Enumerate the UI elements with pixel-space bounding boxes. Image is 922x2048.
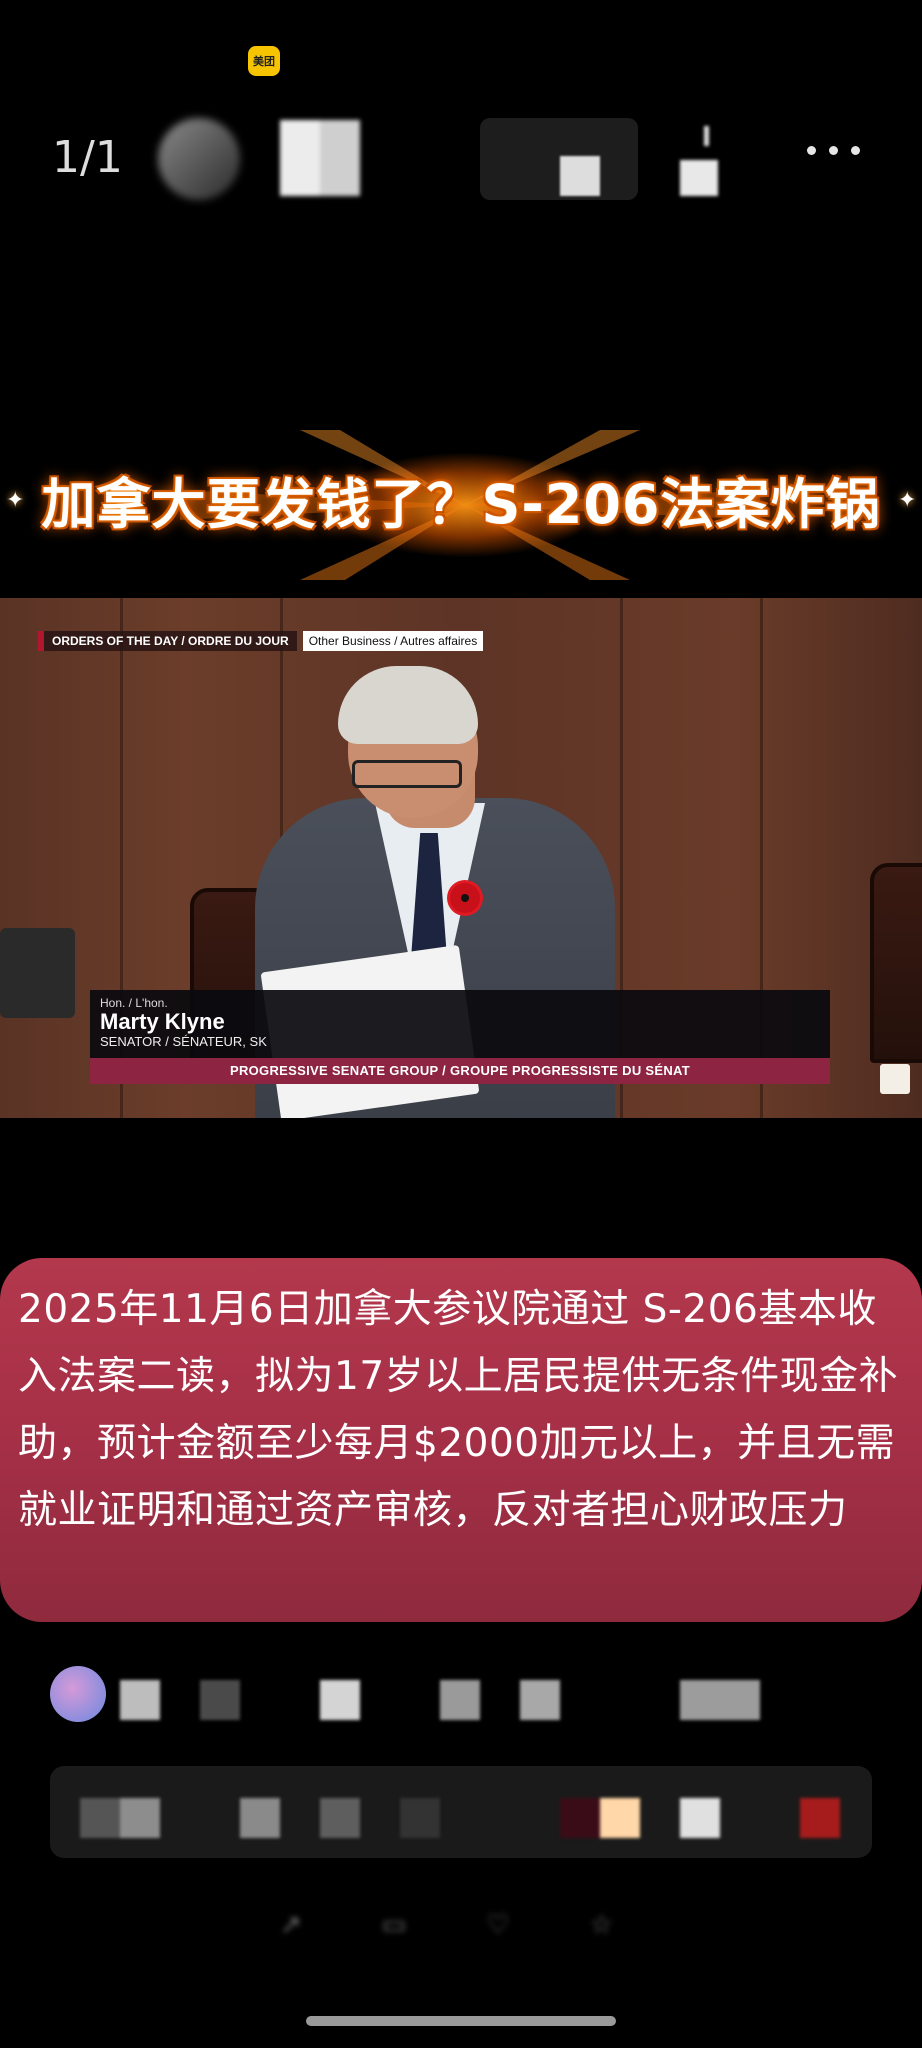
speaker-name: Marty Klyne: [100, 1009, 225, 1034]
share-icon[interactable]: ↗: [280, 1910, 302, 1940]
poster-avatar[interactable]: [50, 1666, 106, 1722]
emoji-icon[interactable]: [800, 1798, 840, 1838]
section-label: ORDERS OF THE DAY / ORDRE DU JOUR: [38, 631, 297, 651]
favorite-icon[interactable]: ☆: [590, 1910, 613, 1940]
blurred-text: [520, 1680, 560, 1720]
top-bar-icon[interactable]: [680, 160, 718, 196]
blurred-text: [240, 1798, 280, 1838]
page-indicator: 1/1: [52, 132, 123, 183]
senate-chair: [870, 863, 922, 1063]
poppy-pin-icon: [450, 883, 480, 913]
caption-text: 2025年11月6日加拿大参议院通过 S-206基本收入法案二读，拟为17岁以上…: [18, 1287, 899, 1533]
emoji-icon[interactable]: [680, 1798, 720, 1838]
blurred-text: [120, 1680, 160, 1720]
more-options-icon[interactable]: [807, 146, 860, 155]
caption-card: 2025年11月6日加拿大参议院通过 S-206基本收入法案二读，拟为17岁以上…: [0, 1258, 922, 1622]
speaker-hair: [338, 666, 478, 744]
speaker-glasses: [352, 760, 462, 788]
comment-input-bar[interactable]: [50, 1766, 872, 1858]
emoji-icon[interactable]: [560, 1798, 640, 1838]
speaker-group: PROGRESSIVE SENATE GROUP / GROUPE PROGRE…: [90, 1058, 830, 1084]
like-icon[interactable]: ♡: [486, 1910, 509, 1940]
blurred-text: [680, 1680, 760, 1720]
speaker-role: SENATOR / SÉNATEUR, SK: [100, 1034, 267, 1049]
comment-icon[interactable]: ▭: [382, 1910, 407, 1940]
section-tag: ORDERS OF THE DAY / ORDRE DU JOUR Other …: [38, 630, 484, 652]
blurred-text: [440, 1680, 480, 1720]
blurred-text: [320, 1680, 360, 1720]
banner-title: 加拿大要发钱了？S-206法案炸锅: [41, 473, 881, 536]
speaker-honorific: Hon. / L'hon.: [100, 996, 168, 1010]
blurred-text: [80, 1798, 160, 1838]
follow-button[interactable]: [480, 118, 638, 200]
blurred-text: [320, 1798, 360, 1838]
author-avatar[interactable]: [158, 118, 240, 200]
author-name[interactable]: [280, 120, 360, 196]
title-banner: 加拿大要发钱了？S-206法案炸锅: [0, 430, 922, 580]
sparkle-right-icon: ✦: [898, 488, 917, 513]
app-badge: 美团: [248, 46, 280, 76]
video-frame[interactable]: ORDERS OF THE DAY / ORDRE DU JOUR Other …: [0, 598, 922, 1118]
blurred-text: [400, 1798, 440, 1838]
laptop: [0, 928, 75, 1018]
speaker-name-box: Hon. / L'hon. Marty Klyne SENATOR / SÉNA…: [90, 990, 830, 1058]
top-bar-icon-tick: [704, 126, 709, 146]
action-row: ↗ ▭ ♡ ☆: [280, 1900, 880, 1950]
broadcaster-logo: [880, 1064, 910, 1094]
topic-label: Other Business / Autres affaires: [302, 631, 484, 651]
blurred-text: [200, 1680, 240, 1720]
home-indicator[interactable]: [306, 2016, 616, 2026]
sparkle-left-icon: ✦: [6, 488, 25, 513]
